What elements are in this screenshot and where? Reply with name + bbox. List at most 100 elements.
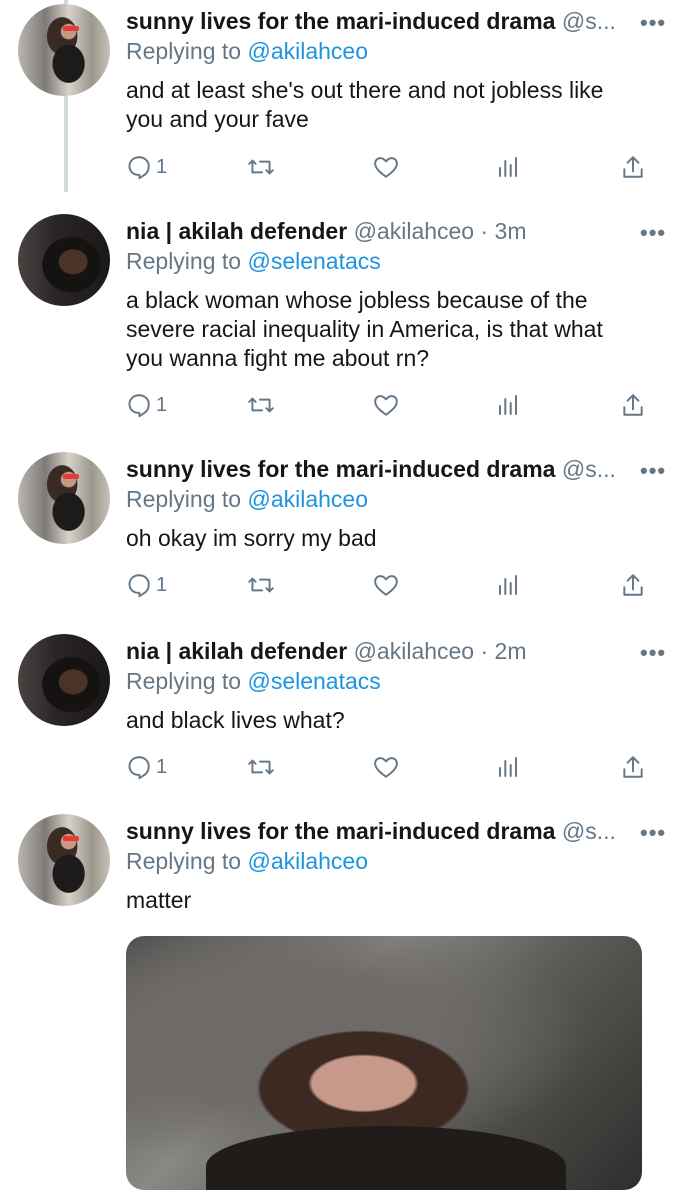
- reply-icon: [128, 394, 150, 418]
- retweet-icon: [248, 159, 274, 175]
- tweet-media-image[interactable]: [126, 936, 642, 1190]
- replying-to: Replying to @akilahceo: [126, 38, 368, 65]
- tweet-actions: 1: [126, 572, 646, 604]
- tweet-text: and at least she's out there and not job…: [126, 76, 666, 134]
- share-icon: [623, 756, 643, 778]
- reply-to-link[interactable]: @akilahceo: [247, 848, 368, 874]
- replying-to: Replying to @selenatacs: [126, 668, 381, 695]
- share-icon: [623, 394, 643, 416]
- tweet-text: a black woman whose jobless because of t…: [126, 286, 666, 373]
- reply-count: 1: [156, 393, 168, 416]
- display-name[interactable]: sunny lives for the mari-induced drama: [126, 8, 555, 34]
- handle[interactable]: @s...: [562, 8, 616, 34]
- tweet-text-line: you and your fave: [126, 106, 309, 132]
- replying-to: Replying to @akilahceo: [126, 486, 368, 513]
- replying-to-label: Replying to: [126, 668, 248, 694]
- tweet-header: sunny lives for the mari-induced drama @…: [126, 456, 616, 483]
- avatar[interactable]: [18, 634, 110, 726]
- replying-to: Replying to @selenatacs: [126, 248, 381, 275]
- avatar[interactable]: [18, 452, 110, 544]
- like-icon: [374, 157, 398, 178]
- like-button[interactable]: [372, 572, 400, 598]
- reply-icon: [128, 156, 150, 180]
- replying-to-label: Replying to: [126, 486, 248, 512]
- reply-to-link[interactable]: @akilahceo: [247, 486, 368, 512]
- reply-icon: [128, 756, 150, 780]
- reply-count: 1: [156, 755, 168, 778]
- like-button[interactable]: [372, 154, 400, 180]
- retweet-button[interactable]: [246, 754, 276, 780]
- tweet-text-line: severe racial inequality in America, is …: [126, 316, 603, 342]
- retweet-button[interactable]: [246, 392, 276, 418]
- analytics-button[interactable]: [496, 754, 520, 780]
- tweet-actions: 1: [126, 392, 646, 424]
- tweet-text-line: oh okay im sorry my bad: [126, 525, 377, 551]
- reply-count: 1: [156, 573, 168, 596]
- analytics-icon: [499, 157, 517, 177]
- avatar[interactable]: [18, 4, 110, 96]
- handle[interactable]: @akilahceo · 3m: [354, 218, 527, 244]
- replying-to: Replying to @akilahceo: [126, 848, 368, 875]
- share-button[interactable]: [620, 392, 646, 418]
- share-button[interactable]: [620, 154, 646, 180]
- avatar[interactable]: [18, 814, 110, 906]
- more-icon[interactable]: •••: [640, 220, 666, 246]
- tweet-text: oh okay im sorry my bad: [126, 524, 666, 553]
- analytics-button[interactable]: [496, 572, 520, 598]
- analytics-button[interactable]: [496, 392, 520, 418]
- analytics-icon: [499, 757, 517, 777]
- retweet-button[interactable]: [246, 154, 276, 180]
- retweet-icon: [248, 577, 274, 593]
- handle[interactable]: @s...: [562, 456, 616, 482]
- handle[interactable]: @s...: [562, 818, 616, 844]
- tweet-text-line: matter: [126, 887, 192, 913]
- more-icon[interactable]: •••: [640, 458, 666, 484]
- retweet-icon: [248, 759, 274, 775]
- replying-to-label: Replying to: [126, 38, 248, 64]
- reply-to-link[interactable]: @selenatacs: [247, 248, 380, 274]
- reply-button[interactable]: 1: [126, 392, 167, 418]
- retweet-button[interactable]: [246, 572, 276, 598]
- more-icon[interactable]: •••: [640, 640, 666, 666]
- share-button[interactable]: [620, 754, 646, 780]
- tweet-text-line: you wanna fight me about rn?: [126, 345, 430, 371]
- display-name[interactable]: sunny lives for the mari-induced drama: [126, 818, 555, 844]
- tweet-text-line: and at least she's out there and not job…: [126, 77, 604, 103]
- tweet-text-line: and black lives what?: [126, 707, 345, 733]
- like-icon: [374, 757, 398, 778]
- avatar[interactable]: [18, 214, 110, 306]
- reply-button[interactable]: 1: [126, 154, 167, 180]
- more-icon[interactable]: •••: [640, 10, 666, 36]
- replying-to-label: Replying to: [126, 248, 248, 274]
- handle[interactable]: @akilahceo · 2m: [354, 638, 527, 664]
- tweet-header: sunny lives for the mari-induced drama @…: [126, 8, 616, 35]
- tweet-text: matter: [126, 886, 666, 915]
- like-icon: [374, 395, 398, 416]
- share-button[interactable]: [620, 572, 646, 598]
- share-icon: [623, 156, 643, 178]
- reply-count: 1: [156, 155, 168, 178]
- display-name[interactable]: sunny lives for the mari-induced drama: [126, 456, 555, 482]
- tweet-header: nia | akilah defender @akilahceo · 2m: [126, 638, 527, 665]
- tweet-header: nia | akilah defender @akilahceo · 3m: [126, 218, 527, 245]
- display-name[interactable]: nia | akilah defender: [126, 638, 347, 664]
- more-icon[interactable]: •••: [640, 820, 666, 846]
- like-button[interactable]: [372, 754, 400, 780]
- tweet-header: sunny lives for the mari-induced drama @…: [126, 818, 616, 845]
- display-name[interactable]: nia | akilah defender: [126, 218, 347, 244]
- reply-button[interactable]: 1: [126, 754, 167, 780]
- tweet-actions: 1: [126, 754, 646, 786]
- reply-to-link[interactable]: @akilahceo: [247, 38, 368, 64]
- analytics-icon: [499, 395, 517, 415]
- replying-to-label: Replying to: [126, 848, 248, 874]
- retweet-icon: [248, 397, 274, 413]
- reply-to-link[interactable]: @selenatacs: [247, 668, 380, 694]
- like-button[interactable]: [372, 392, 400, 418]
- reply-button[interactable]: 1: [126, 572, 167, 598]
- tweet-text: and black lives what?: [126, 706, 666, 735]
- analytics-button[interactable]: [496, 154, 520, 180]
- like-icon: [374, 575, 398, 596]
- analytics-icon: [499, 575, 517, 595]
- reply-icon: [128, 574, 150, 598]
- tweet-actions: 1: [126, 154, 646, 186]
